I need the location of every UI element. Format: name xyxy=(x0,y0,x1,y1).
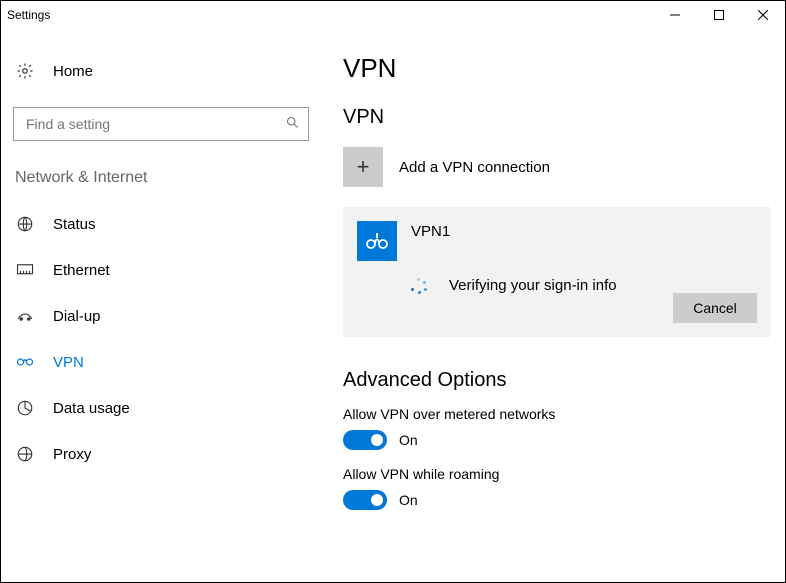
toggle-metered[interactable] xyxy=(343,430,387,450)
sidebar-item-dialup[interactable]: Dial-up xyxy=(13,293,309,339)
sidebar-item-label: Proxy xyxy=(53,446,91,463)
toggle-roaming-state: On xyxy=(399,492,418,508)
vpn-icon xyxy=(15,355,35,369)
sidebar-item-status[interactable]: Status xyxy=(13,201,309,247)
section-title: VPN xyxy=(343,106,771,129)
toggle-roaming[interactable] xyxy=(343,490,387,510)
sidebar-item-label: Ethernet xyxy=(53,262,110,279)
toggle-metered-state: On xyxy=(399,432,418,448)
datausage-icon xyxy=(15,399,35,417)
dialup-icon xyxy=(15,309,35,323)
home-label: Home xyxy=(53,63,93,80)
search-input[interactable] xyxy=(24,115,285,133)
gear-icon xyxy=(15,62,35,80)
main-panel: VPN VPN + Add a VPN connection VPN1 xyxy=(321,29,785,582)
vpn-tile-icon xyxy=(357,221,397,261)
home-nav[interactable]: Home xyxy=(13,49,309,93)
sidebar: Home Network & Internet Status Ethernet xyxy=(1,29,321,582)
search-box[interactable] xyxy=(13,107,309,141)
sidebar-item-label: Data usage xyxy=(53,400,130,417)
sidebar-item-label: Dial-up xyxy=(53,308,101,325)
plus-icon: + xyxy=(343,147,383,187)
sidebar-item-proxy[interactable]: Proxy xyxy=(13,431,309,477)
sidebar-item-vpn[interactable]: VPN xyxy=(13,339,309,385)
titlebar: Settings xyxy=(1,1,785,29)
sidebar-item-label: VPN xyxy=(53,354,84,371)
option-metered-label: Allow VPN over metered networks xyxy=(343,406,771,422)
status-icon xyxy=(15,215,35,233)
ethernet-icon xyxy=(15,263,35,277)
page-title: VPN xyxy=(343,53,771,84)
search-icon xyxy=(285,115,300,133)
add-vpn-row[interactable]: + Add a VPN connection xyxy=(343,143,771,191)
cancel-button[interactable]: Cancel xyxy=(673,293,757,323)
connection-name: VPN1 xyxy=(411,223,450,240)
category-header: Network & Internet xyxy=(15,169,309,187)
option-roaming-label: Allow VPN while roaming xyxy=(343,466,771,482)
sidebar-item-ethernet[interactable]: Ethernet xyxy=(13,247,309,293)
spinner-icon xyxy=(411,278,427,294)
window-title: Settings xyxy=(7,8,50,22)
sidebar-item-datausage[interactable]: Data usage xyxy=(13,385,309,431)
add-vpn-label: Add a VPN connection xyxy=(399,159,550,176)
advanced-options-title: Advanced Options xyxy=(343,369,771,392)
vpn-connection-card[interactable]: VPN1 Verifying your sign-in info Cancel xyxy=(343,207,771,337)
maximize-button[interactable] xyxy=(697,1,741,29)
connection-status: Verifying your sign-in info xyxy=(449,277,617,294)
minimize-button[interactable] xyxy=(653,1,697,29)
sidebar-item-label: Status xyxy=(53,216,96,233)
proxy-icon xyxy=(15,445,35,463)
close-button[interactable] xyxy=(741,1,785,29)
